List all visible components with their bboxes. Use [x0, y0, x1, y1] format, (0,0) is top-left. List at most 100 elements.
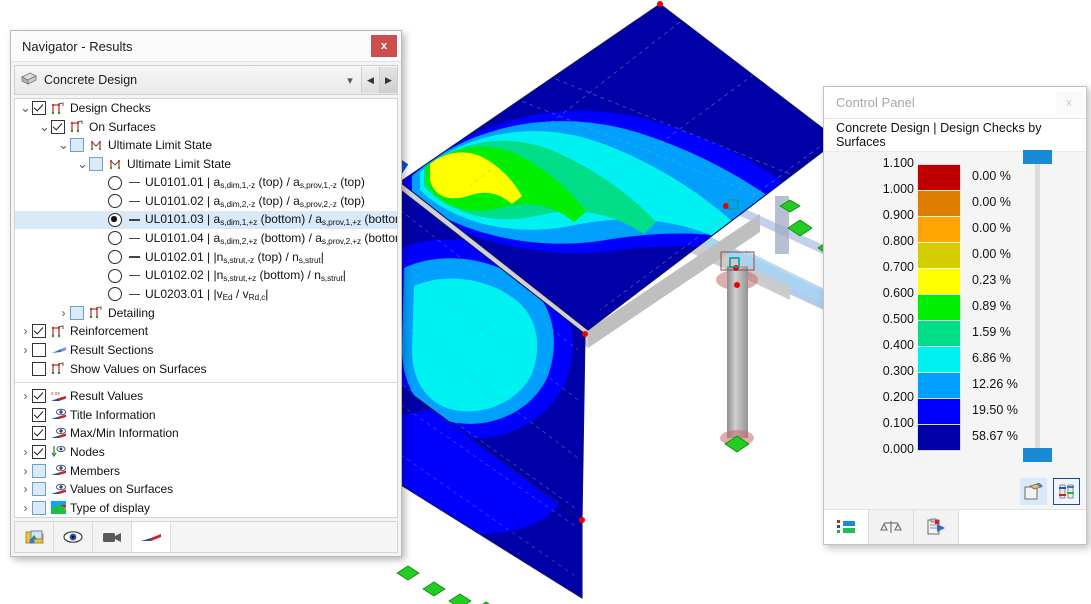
legend-scale-label: 1.100: [862, 156, 914, 170]
eye-panel-icon: [50, 408, 67, 421]
tree-item-values-on-surfaces[interactable]: ›Values on Surfaces: [15, 480, 397, 499]
tree-item-result-sections-2[interactable]: ›Result Sections: [15, 517, 397, 518]
checkbox-reinforcement[interactable]: [32, 324, 46, 338]
tree-item-type-of-display[interactable]: › Type of display: [15, 498, 397, 517]
tree-item-ul0203-01[interactable]: UL0203.01 | |vEd / vRd,c|: [15, 285, 397, 304]
scale-settings-icon[interactable]: [1053, 478, 1080, 505]
chevron-down-icon[interactable]: ▾: [339, 74, 361, 87]
left-triangle-icon[interactable]: ◀: [361, 67, 379, 93]
tree-item-ul0102-02[interactable]: UL0102.02 | |ns,strut,+z (bottom) / ns,s…: [15, 266, 397, 285]
legend-color-band[interactable]: [917, 294, 961, 321]
clipboard-filter-icon[interactable]: [914, 510, 959, 544]
navigator-title-bar: Navigator - Results x: [11, 31, 401, 62]
chevron-right-icon[interactable]: ›: [19, 445, 32, 459]
tree-item-design-checks[interactable]: ⌄ Design Checks: [15, 99, 397, 118]
chevron-right-icon[interactable]: ›: [19, 482, 32, 496]
tree-item-label: Type of display: [70, 501, 150, 515]
tree-item-result-values[interactable]: ›x.xxResult Values: [15, 387, 397, 406]
checkbox-members[interactable]: [32, 464, 46, 478]
navigator-results-window[interactable]: Navigator - Results x Concrete Design ▾ …: [10, 30, 402, 557]
checkbox-uls-group[interactable]: [70, 138, 84, 152]
chevron-down-icon[interactable]: ⌄: [57, 137, 70, 153]
legend-scale-label: 0.200: [862, 390, 914, 404]
checkbox-on-surfaces[interactable]: [51, 120, 65, 134]
design-module-combobox[interactable]: Concrete Design ▾ ◀ ▶: [14, 65, 398, 95]
checkbox-values-on-surfaces[interactable]: [32, 482, 46, 496]
tree-item-uls-group[interactable]: ⌄Ultimate Limit State: [15, 136, 397, 155]
chevron-down-icon[interactable]: ⌄: [76, 156, 89, 172]
legend-color-band[interactable]: [917, 320, 961, 347]
tree-item-members[interactable]: ›Members: [15, 461, 397, 480]
tree-item-ul0102-01[interactable]: UL0102.01 | |ns,strut,-z (top) / ns,stru…: [15, 248, 397, 267]
control-panel-body: 1.1001.0000.9000.8000.7000.6000.5000.400…: [824, 152, 1086, 509]
color-scale-tab[interactable]: [824, 510, 869, 544]
tree-item-detailing[interactable]: ›Detailing: [15, 304, 397, 323]
tree-item-label: Design Checks: [70, 101, 151, 115]
legend-color-band[interactable]: [917, 398, 961, 425]
chevron-right-icon[interactable]: ›: [19, 324, 32, 338]
results-tree[interactable]: ⌄Design Checks⌄On Surfaces⌄Ultimate Limi…: [14, 98, 398, 518]
right-triangle-icon[interactable]: ▶: [379, 67, 397, 93]
control-panel-window[interactable]: Control Panel x Concrete Design | Design…: [823, 86, 1087, 545]
tree-item-ul0101-03[interactable]: UL0101.03 | as,dim,1,+z (bottom) / as,pr…: [15, 211, 397, 230]
checkbox-show-values-on-surfaces[interactable]: [32, 362, 46, 376]
legend-color-band[interactable]: [917, 216, 961, 243]
legend-range-slider[interactable]: [1035, 160, 1040, 452]
slider-thumb-upper[interactable]: [1023, 150, 1052, 164]
tree-item-uls-sub[interactable]: ⌄Ultimate Limit State: [15, 155, 397, 174]
radio-ul0101-01[interactable]: [108, 176, 122, 190]
folder-image-icon[interactable]: [15, 522, 54, 552]
tree-item-nodes[interactable]: ›Nodes: [15, 443, 397, 462]
tree-item-show-values-on-surfaces[interactable]: Show Values on Surfaces: [15, 359, 397, 378]
legend-color-band[interactable]: [917, 164, 961, 191]
checkbox-detailing[interactable]: [70, 306, 84, 320]
color-edit-icon[interactable]: [1020, 478, 1047, 505]
checkbox-uls-sub[interactable]: [89, 157, 103, 171]
navigator-toolbar[interactable]: [14, 521, 398, 553]
eye-icon[interactable]: [54, 522, 93, 552]
tree-item-ul0101-02[interactable]: UL0101.02 | as,dim,2,-z (top) / as,prov,…: [15, 192, 397, 211]
checkbox-result-sections-1[interactable]: [32, 343, 46, 357]
tree-item-on-surfaces[interactable]: ⌄On Surfaces: [15, 118, 397, 137]
legend-scale-label: 0.400: [862, 338, 914, 352]
close-icon[interactable]: x: [371, 35, 397, 57]
control-panel-tabs[interactable]: [824, 509, 1086, 544]
slider-thumb-lower[interactable]: [1023, 448, 1052, 462]
checkbox-result-values[interactable]: [32, 389, 46, 403]
legend-color-band[interactable]: [917, 372, 961, 399]
tree-item-title-information[interactable]: Title Information: [15, 406, 397, 425]
tree-item-reinforcement[interactable]: ›Reinforcement: [15, 322, 397, 341]
chevron-right-icon[interactable]: ›: [19, 501, 32, 515]
camera-icon[interactable]: [93, 522, 132, 552]
results-icon[interactable]: [132, 522, 171, 552]
chevron-right-icon[interactable]: ›: [19, 343, 32, 357]
tree-item-ul0101-04[interactable]: UL0101.04 | as,dim,2,+z (bottom) / as,pr…: [15, 229, 397, 248]
checkbox-max-min-information[interactable]: [32, 426, 46, 440]
tree-item-result-sections-1[interactable]: ›Result Sections: [15, 341, 397, 360]
radio-ul0101-04[interactable]: [108, 231, 122, 245]
chevron-down-icon[interactable]: ⌄: [19, 100, 32, 116]
chevron-down-icon[interactable]: ⌄: [38, 119, 51, 135]
legend-color-band[interactable]: [917, 346, 961, 373]
close-icon[interactable]: x: [1056, 92, 1082, 114]
checkbox-nodes[interactable]: [32, 445, 46, 459]
chevron-right-icon[interactable]: ›: [19, 389, 32, 403]
tree-item-max-min-information[interactable]: Max/Min Information: [15, 424, 397, 443]
checkbox-design-checks[interactable]: [32, 101, 46, 115]
legend-color-band[interactable]: [917, 424, 961, 451]
tree-item-ul0101-01[interactable]: UL0101.01 | as,dim,1,-z (top) / as,prov,…: [15, 173, 397, 192]
legend-color-band[interactable]: [917, 268, 961, 295]
chevron-right-icon[interactable]: ›: [57, 306, 70, 320]
checkbox-type-of-display[interactable]: [32, 501, 46, 515]
radio-ul0101-02[interactable]: [108, 194, 122, 208]
balance-icon[interactable]: [869, 510, 914, 544]
legend-percent-label: 12.26 %: [972, 377, 1018, 391]
radio-ul0203-01[interactable]: [108, 287, 122, 301]
radio-ul0101-03[interactable]: [108, 213, 122, 227]
radio-ul0102-02[interactable]: [108, 269, 122, 283]
checkbox-title-information[interactable]: [32, 408, 46, 422]
chevron-right-icon[interactable]: ›: [19, 464, 32, 478]
radio-ul0102-01[interactable]: [108, 250, 122, 264]
legend-color-band[interactable]: [917, 242, 961, 269]
legend-color-band[interactable]: [917, 190, 961, 217]
